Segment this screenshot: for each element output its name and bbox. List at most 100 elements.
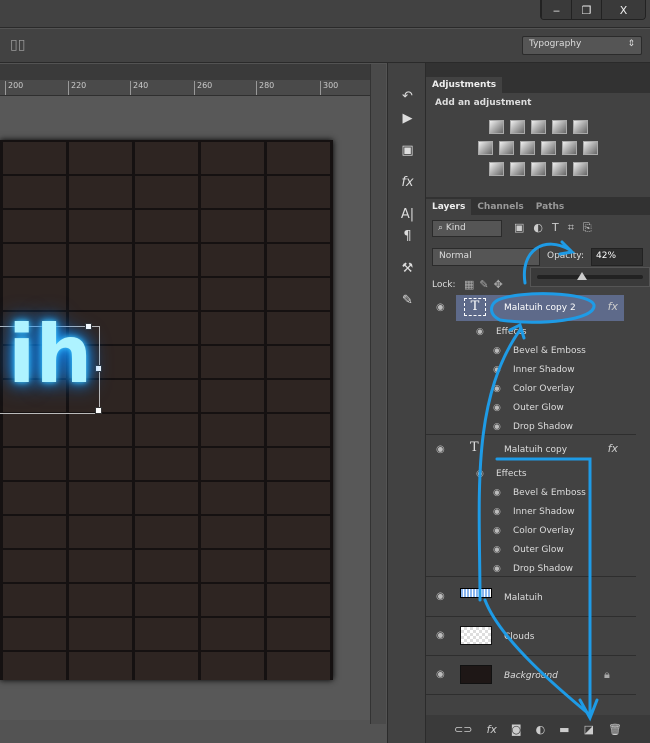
- visibility-eye-icon[interactable]: ◉: [436, 630, 445, 641]
- collapsed-panel-strip: ↶ ▶ ▣ fx A| ¶ ⚒ ✎: [387, 63, 426, 743]
- effect-item[interactable]: Drop Shadow: [513, 422, 573, 432]
- effect-item[interactable]: Inner Shadow: [513, 365, 575, 375]
- adjustment-layer-icon[interactable]: ◐: [536, 723, 546, 736]
- channel-mixer-icon[interactable]: [562, 141, 577, 155]
- visibility-eye-icon[interactable]: ◉: [493, 422, 501, 432]
- layer-name[interactable]: Clouds: [504, 632, 534, 642]
- filter-icons[interactable]: ▣◐T⌗⎘: [514, 221, 601, 235]
- visibility-eye-icon[interactable]: ◉: [493, 545, 501, 555]
- restore-button[interactable]: ❐: [571, 0, 601, 19]
- layer-row[interactable]: ◉ Background 🔒︎: [426, 656, 636, 695]
- close-button[interactable]: X: [601, 0, 645, 19]
- exposure-icon[interactable]: [551, 120, 567, 134]
- minimize-button[interactable]: ‒: [541, 0, 571, 19]
- brush-presets-icon[interactable]: ✎: [388, 289, 427, 311]
- tool-presets-icon[interactable]: ⚒: [388, 257, 427, 279]
- invert-icon[interactable]: [488, 162, 504, 176]
- visibility-eye-icon[interactable]: ◉: [493, 365, 501, 375]
- layer-name[interactable]: Malatuih copy: [504, 445, 567, 455]
- effect-item[interactable]: Bevel & Emboss: [513, 346, 586, 356]
- opacity-slider-track[interactable]: [537, 275, 643, 279]
- history-icon[interactable]: ↶: [388, 85, 427, 107]
- black-white-icon[interactable]: [520, 141, 535, 155]
- tab-adjustments[interactable]: Adjustments: [426, 77, 503, 93]
- gradient-map-icon[interactable]: [572, 162, 588, 176]
- curves-icon[interactable]: [530, 120, 546, 134]
- layers-panel: Layers Channels Paths ⌕ Kind ▣◐T⌗⎘ Norma…: [426, 197, 650, 695]
- visibility-eye-icon[interactable]: ◉: [436, 302, 445, 313]
- effect-item[interactable]: Color Overlay: [513, 384, 574, 394]
- search-icon: ⌕: [438, 223, 446, 233]
- color-lookup-icon[interactable]: [583, 141, 598, 155]
- levels-icon[interactable]: [509, 120, 525, 134]
- layer-name[interactable]: Background: [504, 671, 558, 681]
- brick-wall-image[interactable]: ih: [0, 140, 333, 680]
- transform-handle[interactable]: [95, 365, 102, 372]
- layer-row[interactable]: ◉ Clouds: [426, 617, 636, 656]
- tab-layers[interactable]: Layers: [426, 199, 472, 215]
- layer-name[interactable]: Malatuih: [504, 593, 543, 603]
- hue-saturation-icon[interactable]: [478, 141, 493, 155]
- selective-color-icon[interactable]: [551, 162, 567, 176]
- visibility-eye-icon[interactable]: ◉: [493, 507, 501, 517]
- visibility-eye-icon[interactable]: ◉: [493, 403, 501, 413]
- link-icon[interactable]: ⊂⊃: [454, 723, 472, 736]
- actions-play-icon[interactable]: ▶: [388, 107, 427, 129]
- visibility-eye-icon[interactable]: ◉: [436, 444, 445, 455]
- opacity-input[interactable]: 42%: [591, 248, 643, 266]
- workspace-select[interactable]: Typography ⇕: [522, 36, 642, 55]
- threshold-icon[interactable]: [530, 162, 546, 176]
- opacity-slider-popup[interactable]: [530, 267, 650, 287]
- visibility-eye-icon[interactable]: ◉: [493, 384, 501, 394]
- vibrance-icon[interactable]: [572, 120, 588, 134]
- visibility-eye-icon[interactable]: ◉: [476, 469, 484, 479]
- layer-row[interactable]: ◉ T Malatuih copy fx ◉ Effects ◉ Bevel & E…: [426, 437, 636, 577]
- effect-item[interactable]: Bevel & Emboss: [513, 488, 586, 498]
- color-balance-icon[interactable]: [499, 141, 514, 155]
- layer-name[interactable]: Malatuih copy 2: [504, 303, 576, 313]
- vertical-scrollbar[interactable]: [370, 64, 386, 724]
- transform-handle[interactable]: [95, 407, 102, 414]
- 3d-cube-icon[interactable]: ▣: [388, 139, 427, 161]
- trash-icon[interactable]: 🗑︎: [608, 723, 622, 736]
- effect-item[interactable]: Outer Glow: [513, 545, 564, 555]
- visibility-eye-icon[interactable]: ◉: [436, 669, 445, 680]
- fx-icon[interactable]: fx: [608, 300, 618, 313]
- visibility-eye-icon[interactable]: ◉: [436, 591, 445, 602]
- layers-bottom-toolbar: ⊂⊃ fx ◙ ◐ ▬ ◪ 🗑︎: [426, 715, 650, 743]
- visibility-eye-icon[interactable]: ◉: [493, 526, 501, 536]
- effects-label: Effects: [496, 327, 527, 337]
- add-mask-icon[interactable]: ◙: [511, 723, 522, 736]
- layers-list: ◉ T Malatuih copy 2 fx ◉ Effects ◉ Bevel &…: [426, 295, 650, 715]
- visibility-eye-icon[interactable]: ◉: [493, 488, 501, 498]
- add-style-fx-icon[interactable]: fx: [486, 723, 496, 736]
- opacity-slider-thumb[interactable]: [576, 272, 587, 280]
- effect-item[interactable]: Outer Glow: [513, 403, 564, 413]
- paragraph-icon[interactable]: ¶: [388, 225, 427, 247]
- filter-kind-select[interactable]: ⌕ Kind: [432, 220, 502, 237]
- tab-channels[interactable]: Channels: [471, 199, 529, 215]
- visibility-eye-icon[interactable]: ◉: [493, 346, 501, 356]
- tab-paths[interactable]: Paths: [530, 199, 571, 215]
- visibility-eye-icon[interactable]: ◉: [476, 327, 484, 337]
- layer-row[interactable]: ◉ Malatuih: [426, 578, 636, 617]
- layer-row[interactable]: ◉ T Malatuih copy 2 fx ◉ Effects ◉ Bevel &…: [426, 295, 636, 435]
- effect-item[interactable]: Drop Shadow: [513, 564, 573, 574]
- workspace-label: Typography: [529, 39, 582, 49]
- brightness-icon[interactable]: [488, 120, 504, 134]
- new-layer-icon[interactable]: ◪: [584, 723, 594, 736]
- effect-item[interactable]: Inner Shadow: [513, 507, 575, 517]
- new-group-folder-icon[interactable]: ▬: [559, 723, 569, 736]
- visibility-eye-icon[interactable]: ◉: [493, 564, 501, 574]
- layer-thumbnail: [460, 588, 492, 598]
- posterize-icon[interactable]: [509, 162, 525, 176]
- effect-item[interactable]: Color Overlay: [513, 526, 574, 536]
- styles-fx-icon[interactable]: fx: [388, 171, 427, 193]
- character-icon[interactable]: A|: [388, 203, 427, 225]
- photo-filter-icon[interactable]: [541, 141, 556, 155]
- ruler-tick: 200: [5, 81, 23, 95]
- panel-toggle-icon[interactable]: ▯▯: [10, 37, 25, 53]
- fx-icon[interactable]: fx: [608, 442, 618, 455]
- blend-mode-select[interactable]: Normal: [432, 248, 540, 266]
- lock-icons[interactable]: ▦✎✥: [464, 278, 508, 291]
